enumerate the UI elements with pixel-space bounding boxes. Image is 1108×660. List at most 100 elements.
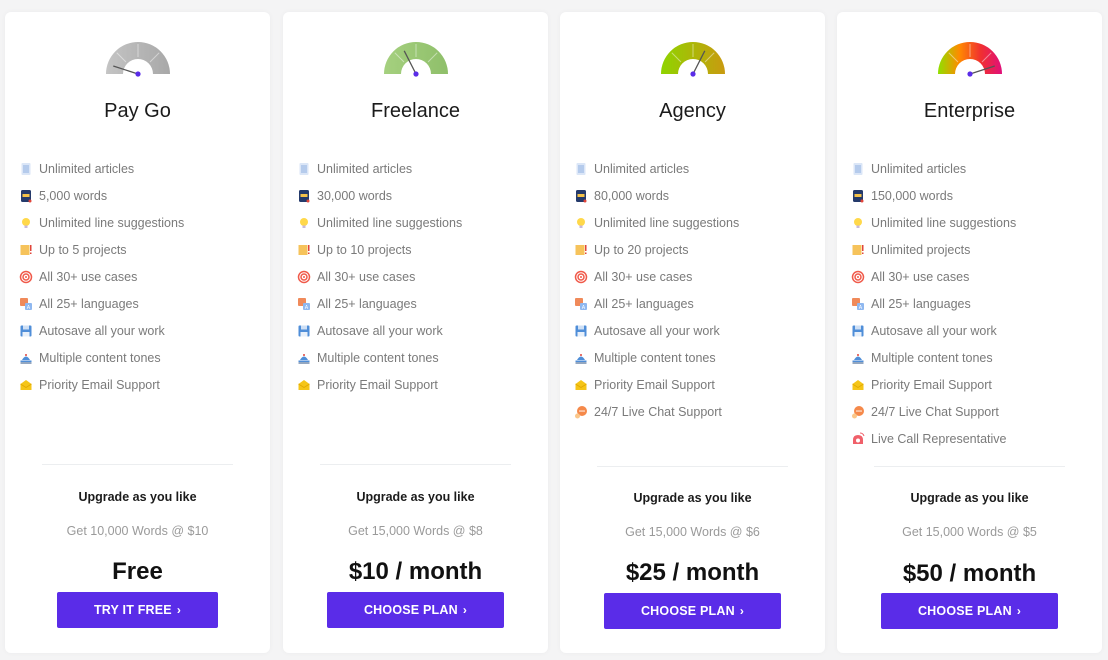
chevron-right-icon: › (462, 603, 468, 617)
feature-item: Unlimited projects (851, 236, 1094, 263)
upgrade-title: Upgrade as you like (78, 490, 197, 504)
target-icon (297, 270, 311, 284)
language-icon: A (851, 297, 865, 311)
cta-label: CHOOSE PLAN (640, 604, 735, 618)
folder-icon (297, 243, 311, 257)
choose-plan-button[interactable]: CHOOSE PLAN › (327, 592, 504, 628)
feature-text: Unlimited projects (871, 242, 971, 257)
feature-text: Autosave all your work (39, 323, 165, 338)
feature-item: 80,000 words (574, 182, 817, 209)
email-icon (297, 378, 311, 392)
choose-plan-button[interactable]: CHOOSE PLAN › (881, 593, 1058, 629)
feature-item: Up to 5 projects (19, 236, 262, 263)
usage-gauge-icon (105, 34, 171, 80)
document-icon (297, 162, 311, 176)
plan-name: Pay Go (104, 100, 171, 122)
feature-text: Up to 5 projects (39, 242, 127, 257)
email-icon (851, 378, 865, 392)
feature-item: 5,000 words (19, 182, 262, 209)
floppy-disk-icon (19, 324, 33, 338)
usage-gauge-icon (937, 34, 1003, 80)
tone-icon (19, 351, 33, 365)
feature-item: Up to 20 projects (574, 236, 817, 263)
upgrade-title: Upgrade as you like (356, 490, 475, 504)
tone-icon (851, 351, 865, 365)
feature-list: Unlimited articles 30,000 words Unlimite… (297, 155, 540, 398)
feature-text: All 25+ languages (871, 296, 971, 311)
gauge-pivot (412, 71, 419, 77)
feature-item: 150,000 words (851, 182, 1094, 209)
plan-price: Free (112, 558, 163, 585)
feature-text: 24/7 Live Chat Support (871, 404, 999, 419)
document-icon (574, 162, 588, 176)
feature-text: 80,000 words (594, 188, 670, 203)
svg-text:A: A (582, 305, 586, 311)
feature-text: All 30+ use cases (871, 269, 970, 284)
feature-item: Priority Email Support (574, 371, 817, 398)
feature-item: Autosave all your work (851, 317, 1094, 344)
svg-text:A: A (859, 305, 863, 311)
feature-item: A All 25+ languages (574, 290, 817, 317)
chevron-right-icon: › (176, 603, 182, 617)
upgrade-offer: Get 15,000 Words @ $8 (348, 524, 483, 538)
feature-text: Autosave all your work (871, 323, 997, 338)
feature-item: Multiple content tones (19, 344, 262, 371)
feature-item: 24/7 Live Chat Support (851, 398, 1094, 425)
floppy-disk-icon (297, 324, 311, 338)
feature-text: Multiple content tones (871, 350, 993, 365)
feature-text: Autosave all your work (317, 323, 443, 338)
upgrade-title: Upgrade as you like (910, 491, 1029, 505)
cta-label: TRY IT FREE (93, 603, 172, 617)
feature-item: Autosave all your work (574, 317, 817, 344)
feature-item: A All 25+ languages (297, 290, 540, 317)
cta-label: CHOOSE PLAN (917, 604, 1012, 618)
email-icon (19, 378, 33, 392)
feature-list: Unlimited articles 5,000 words Unlimited… (19, 155, 262, 398)
gauge-pivot (134, 71, 141, 77)
divider (42, 464, 233, 465)
feature-item: Multiple content tones (297, 344, 540, 371)
feature-item: Unlimited line suggestions (19, 209, 262, 236)
feature-text: All 30+ use cases (39, 269, 138, 284)
target-icon (19, 270, 33, 284)
feature-item: Multiple content tones (851, 344, 1094, 371)
choose-plan-button[interactable]: CHOOSE PLAN › (604, 593, 781, 629)
usage-gauge-icon (383, 34, 449, 80)
chat-icon (574, 405, 588, 419)
gauge-pivot (689, 71, 696, 77)
feature-text: Unlimited line suggestions (871, 215, 1017, 230)
upgrade-offer: Get 10,000 Words @ $10 (66, 524, 209, 538)
feature-text: 5,000 words (39, 188, 108, 203)
try-it-free-button[interactable]: TRY IT FREE › (57, 592, 218, 628)
feature-text: Unlimited articles (871, 161, 967, 176)
feature-item: Live Call Representative (851, 425, 1094, 452)
feature-text: Priority Email Support (317, 377, 438, 392)
feature-text: Live Call Representative (871, 431, 1007, 446)
divider (320, 464, 511, 465)
document-icon (851, 162, 865, 176)
feature-text: Unlimited line suggestions (317, 215, 463, 230)
notebook-icon (19, 189, 33, 203)
lightbulb-icon (19, 216, 33, 230)
notebook-icon (851, 189, 865, 203)
email-icon (574, 378, 588, 392)
svg-text:A: A (305, 305, 309, 311)
feature-text: Unlimited articles (39, 161, 135, 176)
notebook-icon (297, 189, 311, 203)
feature-item: Unlimited line suggestions (297, 209, 540, 236)
feature-item: Priority Email Support (297, 371, 540, 398)
feature-text: All 30+ use cases (317, 269, 416, 284)
feature-item: Unlimited articles (574, 155, 817, 182)
feature-text: Multiple content tones (39, 350, 161, 365)
feature-item: Priority Email Support (851, 371, 1094, 398)
feature-item: 30,000 words (297, 182, 540, 209)
svg-text:A: A (27, 305, 31, 311)
feature-item: All 30+ use cases (19, 263, 262, 290)
feature-item: All 30+ use cases (851, 263, 1094, 290)
gauge-pivot (966, 71, 973, 77)
lightbulb-icon (297, 216, 311, 230)
cta-label: CHOOSE PLAN (363, 603, 458, 617)
feature-text: Multiple content tones (594, 350, 716, 365)
feature-item: Up to 10 projects (297, 236, 540, 263)
feature-text: Unlimited articles (317, 161, 413, 176)
